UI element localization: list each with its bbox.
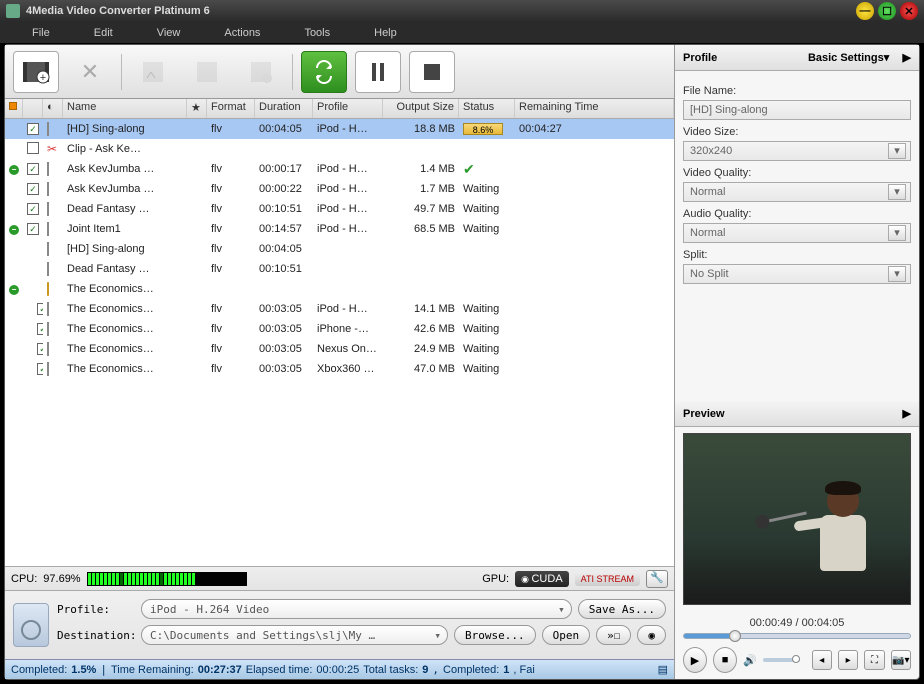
status-tail: , Fai (513, 664, 534, 676)
gpu-label: GPU: (482, 573, 509, 585)
snapshot-button[interactable]: 📷▾ (891, 650, 911, 670)
table-row[interactable]: ✓The Economics…flv00:03:05iPod - H…14.1 … (5, 299, 674, 319)
col-profile[interactable]: Profile (313, 99, 383, 118)
video-size-field[interactable]: 320x240 (683, 141, 911, 161)
file-name-field[interactable]: [HD] Sing-along (683, 100, 911, 120)
status-total: 9 (422, 664, 428, 676)
video-quality-field[interactable]: Normal (683, 182, 911, 202)
settings-icon[interactable]: 🔧 (646, 570, 668, 588)
profile-label: Profile: (57, 603, 135, 616)
menu-view[interactable]: View (135, 27, 203, 39)
clip-button (130, 51, 176, 93)
menu-help[interactable]: Help (352, 27, 419, 39)
preview-video[interactable] (683, 433, 911, 605)
profile-expand-icon[interactable]: ▶ (903, 51, 911, 64)
cpu-meter (87, 572, 247, 586)
col-format[interactable]: Format (207, 99, 255, 118)
audio-quality-label: Audio Quality: (683, 208, 911, 220)
col-star[interactable]: ★ (187, 99, 207, 118)
destination-label: Destination: (57, 629, 135, 642)
status-elapsed: 00:00:25 (316, 664, 359, 676)
open-button[interactable]: Open (542, 625, 591, 645)
table-row[interactable]: ✓[HD] Sing-alongflv00:04:05iPod - H…18.8… (5, 119, 674, 139)
cpu-value: 97.69% (43, 573, 80, 585)
fullscreen-button[interactable]: ⛶ (864, 650, 884, 670)
status-log-icon[interactable]: ▤ (658, 663, 668, 676)
table-row[interactable]: −The Economics… (5, 279, 674, 299)
maximize-button[interactable]: ☐ (878, 2, 896, 20)
table-row[interactable]: Dead Fantasy …flv00:10:51 (5, 259, 674, 279)
stop-preview-button[interactable]: ■ (713, 647, 737, 673)
app-icon (6, 4, 20, 18)
add-file-button[interactable]: + (13, 51, 59, 93)
profile-header: Profile (683, 52, 717, 64)
close-button[interactable]: ✕ (900, 2, 918, 20)
preview-time: 00:00:49 / 00:04:05 (683, 617, 911, 629)
menu-edit[interactable]: Edit (72, 27, 135, 39)
split-field[interactable]: No Split (683, 264, 911, 284)
burn-button[interactable]: ◉ (637, 625, 666, 645)
col-duration[interactable]: Duration (255, 99, 313, 118)
col-remaining[interactable]: Remaining Time (515, 99, 674, 118)
status-comp: 1 (503, 664, 509, 676)
prev-frame-button[interactable]: ◂ (812, 650, 832, 670)
table-row[interactable]: ✓The Economics…flv00:03:05Xbox360 …47.0 … (5, 359, 674, 379)
split-label: Split: (683, 249, 911, 261)
col-check[interactable] (23, 99, 43, 118)
ati-badge: ATI STREAM (575, 572, 640, 586)
cpu-label: CPU: (11, 573, 37, 585)
preview-header: Preview (683, 408, 725, 420)
destination-combo[interactable]: C:\Documents and Settings\slj\My … (141, 625, 448, 645)
status-comp-label: Completed: (443, 664, 499, 676)
cuda-badge: ◉ CUDA (515, 571, 569, 587)
status-elapsed-label: Elapsed time: (246, 664, 313, 676)
table-row[interactable]: [HD] Sing-alongflv00:04:05 (5, 239, 674, 259)
effects-button (238, 51, 284, 93)
export-button[interactable]: »☐ (596, 625, 631, 645)
delete-button: ✕ (67, 51, 113, 93)
menu-actions[interactable]: Actions (202, 27, 282, 39)
table-row[interactable]: Clip - Ask Ke… (5, 139, 674, 159)
col-expand[interactable] (5, 99, 23, 118)
col-output-size[interactable]: Output Size (383, 99, 459, 118)
convert-button[interactable] (301, 51, 347, 93)
pause-button[interactable] (355, 51, 401, 93)
table-row[interactable]: −✓Joint Item1flv00:14:57iPod - H…68.5 MB… (5, 219, 674, 239)
col-type[interactable]: ◐ (43, 99, 63, 118)
status-completed-label: Completed: (11, 664, 67, 676)
profile-combo[interactable]: iPod - H.264 Video (141, 599, 572, 619)
device-icon (13, 603, 49, 647)
stop-button[interactable] (409, 51, 455, 93)
menu-file[interactable]: File (10, 27, 72, 39)
col-status[interactable]: Status (459, 99, 515, 118)
table-row[interactable]: −✓Ask KevJumba …flv00:00:17iPod - H…1.4 … (5, 159, 674, 179)
svg-text:+: + (40, 72, 46, 84)
status-total-label: Total tasks: (363, 664, 418, 676)
save-as-button[interactable]: Save As... (578, 599, 666, 619)
app-title: 4Media Video Converter Platinum 6 (26, 5, 852, 17)
menu-tools[interactable]: Tools (282, 27, 352, 39)
audio-quality-field[interactable]: Normal (683, 223, 911, 243)
preview-slider[interactable] (683, 633, 911, 639)
preview-expand-icon[interactable]: ▶ (903, 407, 911, 420)
table-row[interactable]: ✓Dead Fantasy …flv00:10:51iPod - H…49.7 … (5, 199, 674, 219)
minimize-button[interactable]: — (856, 2, 874, 20)
volume-slider[interactable] (763, 658, 800, 662)
status-timerem-label: Time Remaining: (111, 664, 194, 676)
status-timerem: 00:27:37 (198, 664, 242, 676)
table-row[interactable]: ✓Ask KevJumba …flv00:00:22iPod - H…1.7 M… (5, 179, 674, 199)
basic-settings-dropdown[interactable]: Basic Settings▾ (808, 51, 889, 64)
volume-icon[interactable]: 🔊 (743, 654, 757, 667)
status-completed-pct: 1.5% (71, 664, 96, 676)
file-name-label: File Name: (683, 85, 911, 97)
video-quality-label: Video Quality: (683, 167, 911, 179)
table-row[interactable]: ✓The Economics…flv00:03:05iPhone -…42.6 … (5, 319, 674, 339)
table-row[interactable]: ✓The Economics…flv00:03:05Nexus On…24.9 … (5, 339, 674, 359)
next-frame-button[interactable]: ▸ (838, 650, 858, 670)
video-size-label: Video Size: (683, 126, 911, 138)
col-name[interactable]: Name (63, 99, 187, 118)
browse-button[interactable]: Browse... (454, 625, 536, 645)
edit-button (184, 51, 230, 93)
play-button[interactable]: ▶ (683, 647, 707, 673)
